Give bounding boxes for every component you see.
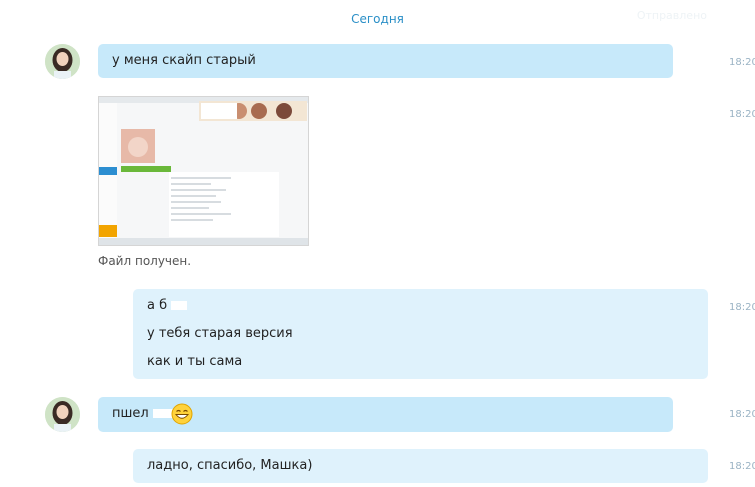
message-bubble[interactable]: а б у тебя старая версия как и ты сама [133,289,708,379]
message-line: у тебя старая версия [147,326,293,341]
redacted-mark [171,301,188,310]
message-time: 18:20 [729,302,755,313]
sent-status-faded: Отправлено [636,9,707,22]
message-text: у меня скайп старый [112,53,256,68]
grin-emoji-icon [171,403,193,425]
file-received-caption: Файл получен. [98,254,192,268]
avatar[interactable] [45,44,80,79]
message-bubble[interactable]: у меня скайп старый [98,44,673,78]
message-text: ладно, спасибо, Машка) [147,458,313,473]
message-time: 18:20 [729,409,755,420]
message-time: 18:20 [729,109,755,120]
message-bubble[interactable]: ладно, спасибо, Машка) [133,449,708,483]
message-time: 18:20 [729,57,755,68]
avatar[interactable] [45,397,80,432]
message-line: а б [147,298,188,313]
message-time: 18:20 [729,461,755,472]
screenshot-thumbnail[interactable] [98,96,309,246]
thumbnail-image [99,97,308,245]
message-line: как и ты сама [147,354,243,369]
message-bubble[interactable]: пшел .. [98,397,673,432]
redacted-mark [152,409,173,418]
